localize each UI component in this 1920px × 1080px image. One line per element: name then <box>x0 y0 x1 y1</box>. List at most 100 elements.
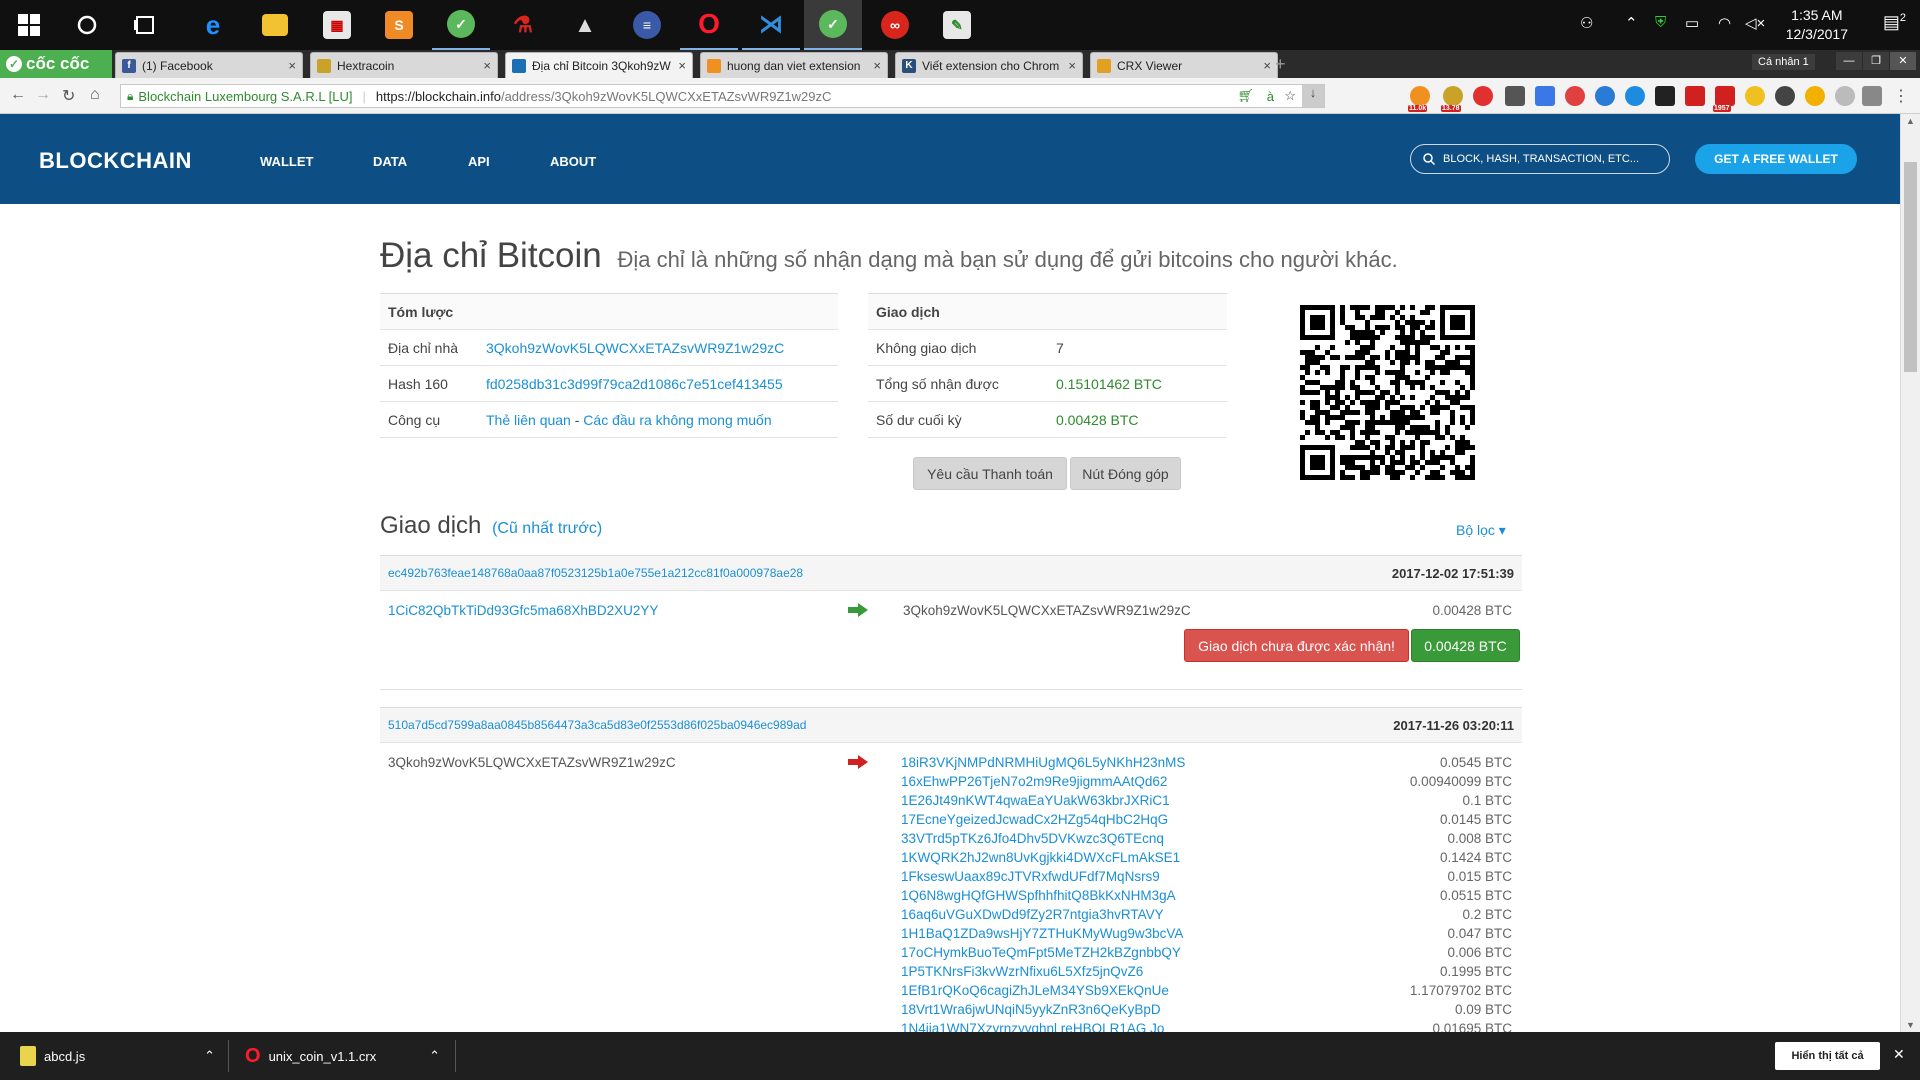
tx-input-address[interactable]: 1CiC82QbTkTiDd93Gfc5ma68XhBD2XU2YY <box>388 601 658 620</box>
vscode-icon[interactable]: ⋊ <box>742 0 800 50</box>
chevron-up-icon[interactable]: ⌃ <box>1625 14 1638 32</box>
coccoc-logo[interactable]: ✓ cốc cốc <box>0 50 112 78</box>
tx-output-address[interactable]: 1FkseswUaax89cJTVRxfwdUFdf7MqNsrs9 <box>901 867 1185 886</box>
extension-icon[interactable] <box>1655 86 1675 106</box>
tx-output-address[interactable]: 1E26Jt49nKWT4qwaEaYUakW63kbrJXRiC1 <box>901 791 1185 810</box>
page-scrollbar[interactable]: ▲ ▼ <box>1900 114 1920 1032</box>
download-item[interactable]: abcd.js ⌃ <box>20 1032 215 1080</box>
scroll-down-arrow[interactable]: ▼ <box>1906 1020 1915 1030</box>
show-all-downloads-button[interactable]: Hiển thị tất cả <box>1775 1042 1880 1070</box>
chevron-up-icon[interactable]: ⌃ <box>429 1048 440 1064</box>
download-icon[interactable]: ↓ <box>1302 85 1324 107</box>
app-icon[interactable]: ▦ <box>308 0 366 50</box>
filter-dropdown[interactable]: Bộ lọc ▾ <box>1456 522 1506 539</box>
file-explorer-icon[interactable] <box>246 0 304 50</box>
app-icon[interactable]: ✎ <box>928 0 986 50</box>
unspent-outputs-link[interactable]: Các đầu ra không mong muốn <box>583 412 771 428</box>
search-input[interactable]: BLOCK, HASH, TRANSACTION, ETC... <box>1410 144 1670 174</box>
tx-output-address[interactable]: 1N4jia1WN7Xzyrnzyvqhnl reHBQLR1AG Jo <box>901 1019 1185 1032</box>
request-payment-button[interactable]: Yêu cầu Thanh toán <box>913 457 1067 490</box>
chevron-up-icon[interactable]: ⌃ <box>204 1048 215 1064</box>
opera-icon[interactable]: O <box>680 0 738 50</box>
url-input[interactable]: 🔒︎ Blockchain Luxembourg S.A.R.L [LU] | … <box>120 84 1325 108</box>
translate-icon[interactable]: à <box>1267 89 1274 104</box>
related-tags-link[interactable]: Thẻ liên quan <box>486 412 571 428</box>
get-free-wallet-button[interactable]: GET A FREE WALLET <box>1695 144 1857 174</box>
tx-hash-link[interactable]: 510a7d5cd7599a8aa0845b8564473a3ca5d83e0f… <box>388 718 1393 732</box>
extension-icon[interactable]: 13.78 <box>1441 86 1463 112</box>
extension-icon[interactable] <box>1565 86 1585 106</box>
cortana-icon[interactable] <box>58 0 116 50</box>
tx-hash-link[interactable]: ec492b763feae148768a0aa87f0523125b1a0e75… <box>388 566 1392 580</box>
close-download-bar-icon[interactable]: ✕ <box>1893 1046 1905 1063</box>
app-icon[interactable]: ⚗ <box>494 0 552 50</box>
browser-tab[interactable]: huong dan viet extension × <box>700 52 888 78</box>
extension-icon[interactable] <box>1805 86 1825 106</box>
extension-icon[interactable] <box>1473 86 1493 106</box>
sort-oldest-first-link[interactable]: (Cũ nhất trước) <box>492 520 602 537</box>
extension-icon[interactable] <box>1625 86 1645 106</box>
summary-address-value[interactable]: 3Qkoh9zWovK5LQWCXxETAZsvWR9Z1w29zC <box>486 340 784 356</box>
browser-tab[interactable]: Địa chỉ Bitcoin 3Qkoh9zW × <box>505 52 693 78</box>
browser-menu-icon[interactable]: ⋮ <box>1893 86 1909 106</box>
donate-button[interactable]: Nút Đóng góp <box>1070 457 1181 490</box>
volume-mute-icon[interactable]: ◁× <box>1745 14 1765 32</box>
forward-icon[interactable]: → <box>35 86 51 104</box>
nav-data[interactable]: DATA <box>373 154 407 169</box>
tab-close-icon[interactable]: × <box>483 58 491 73</box>
scroll-thumb[interactable] <box>1904 162 1917 372</box>
nav-wallet[interactable]: WALLET <box>260 154 313 169</box>
cart-icon[interactable]: 🛒︎ <box>1237 88 1254 104</box>
adblock-icon[interactable] <box>1685 86 1705 106</box>
coccoc-icon[interactable]: ✓ <box>432 0 490 50</box>
tab-close-icon[interactable]: × <box>1068 58 1076 73</box>
close-window-button[interactable]: ✕ <box>1890 52 1916 70</box>
tx-output-address[interactable]: 33VTrd5pTKz6Jfo4Dhv5DVKwzc3Q6TEcnq <box>901 829 1185 848</box>
wifi-icon[interactable]: ◠ <box>1718 14 1731 32</box>
browser-tab[interactable]: CRX Viewer × <box>1090 52 1278 78</box>
windows-start-icon[interactable] <box>0 0 58 50</box>
tx-output-address[interactable]: 1EfB1rQKoQ6cagiZhJLeM34YSb9XEkQnUe <box>901 981 1185 1000</box>
extension-icon[interactable] <box>1775 86 1795 106</box>
reload-icon[interactable]: ↻ <box>62 86 75 106</box>
tx-output-address[interactable]: 1P5TKNrsFi3kvWzrNfixu6L5Xfz5jnQvZ6 <box>901 962 1185 981</box>
browser-tab[interactable]: K Viết extension cho Chrom × <box>895 52 1083 78</box>
battery-icon[interactable]: ▭ <box>1685 14 1699 32</box>
sublime-text-icon[interactable]: S <box>370 0 428 50</box>
scroll-up-arrow[interactable]: ▲ <box>1906 116 1915 126</box>
extension-icon[interactable] <box>1595 86 1615 106</box>
clock[interactable]: 1:35 AM 12/3/2017 <box>1786 6 1848 44</box>
back-icon[interactable]: ← <box>10 86 26 104</box>
nav-about[interactable]: ABOUT <box>550 154 596 169</box>
tx-output-address[interactable]: 18Vrt1Wra6jwUNqiN5yykZnR3n6QeKyBpD <box>901 1000 1185 1019</box>
profile-button[interactable]: Cá nhân 1 <box>1752 54 1815 70</box>
tx-output-address[interactable]: 17oCHymkBuoTeQmFpt5MeTZH2kBZgnbbQY <box>901 943 1185 962</box>
tx-output-address[interactable]: 17EcneYgeizedJcwadCx2HZg54qHbC2HqG <box>901 810 1185 829</box>
people-icon[interactable]: ⚇ <box>1580 14 1593 32</box>
tx-output-address[interactable]: 18iR3VKjNMPdNRMHiUgMQ6L5yNKhH23nMS <box>901 753 1185 772</box>
extension-icon[interactable] <box>1862 86 1882 106</box>
restore-button[interactable]: ❐ <box>1863 52 1889 70</box>
tab-close-icon[interactable]: × <box>1263 58 1271 73</box>
site-logo[interactable]: BLOCKCHAIN <box>39 148 192 174</box>
home-icon[interactable]: ⌂ <box>90 86 100 104</box>
edge-icon[interactable]: e <box>184 0 242 50</box>
tab-close-icon[interactable]: × <box>873 58 881 73</box>
tx-output-address[interactable]: 1KWQRK2hJ2wn8UvKgjkki4DWXcFLmAkSE1 <box>901 848 1185 867</box>
shield-icon[interactable]: ⛨ <box>1655 14 1666 31</box>
app-icon[interactable]: ≡ <box>618 0 676 50</box>
tx-output-address[interactable]: 1H1BaQ1ZDa9wsHjY7ZTHuKMyWug9w3bcVA <box>901 924 1185 943</box>
extension-icon[interactable] <box>1535 86 1555 106</box>
extension-icon[interactable] <box>1835 86 1855 106</box>
tab-close-icon[interactable]: × <box>288 58 296 73</box>
browser-tab[interactable]: f (1) Facebook × <box>115 52 303 78</box>
nav-api[interactable]: API <box>468 154 490 169</box>
tx-output-address[interactable]: 1Q6N8wgHQfGHWSpfhhfhitQ8BkKxNHM3gA <box>901 886 1185 905</box>
minimize-button[interactable]: — <box>1836 52 1862 70</box>
mail-icon[interactable]: 1957 <box>1713 86 1735 112</box>
tx-output-address[interactable]: 16aq6uVGuXDwDd9fZy2R7ntgia3hvRTAVY <box>901 905 1185 924</box>
summary-hash160-value[interactable]: fd0258db31c3d99f79ca2d1086c7e51cef413455 <box>486 376 783 392</box>
tab-close-icon[interactable]: × <box>678 58 686 73</box>
download-item[interactable]: O unix_coin_v1.1.crx ⌃ <box>245 1032 440 1080</box>
new-tab-button[interactable]: + <box>1275 54 1286 75</box>
